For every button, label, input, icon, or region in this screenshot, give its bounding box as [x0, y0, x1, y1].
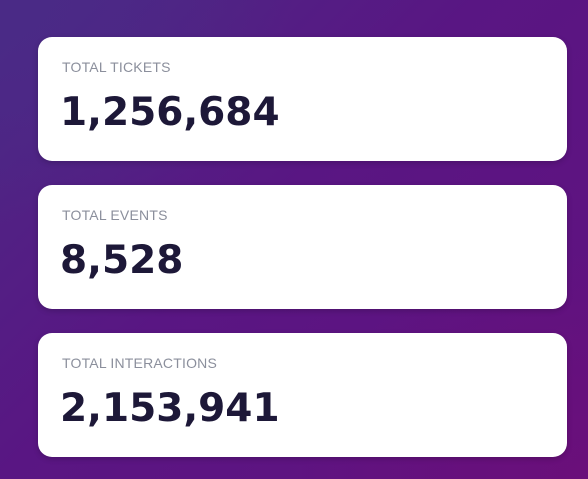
stat-label: TOTAL EVENTS [62, 207, 168, 223]
stat-card-total-tickets: TOTAL TICKETS 1,256,684 [38, 37, 567, 161]
stat-label: TOTAL TICKETS [62, 59, 171, 75]
stat-value: 2,153,941 [60, 386, 280, 431]
stat-value: 1,256,684 [60, 90, 280, 135]
stat-value: 8,528 [60, 238, 184, 283]
stat-card-total-interactions: TOTAL INTERACTIONS 2,153,941 [38, 333, 567, 457]
stat-card-total-events: TOTAL EVENTS 8,528 [38, 185, 567, 309]
stat-label: TOTAL INTERACTIONS [62, 355, 218, 371]
